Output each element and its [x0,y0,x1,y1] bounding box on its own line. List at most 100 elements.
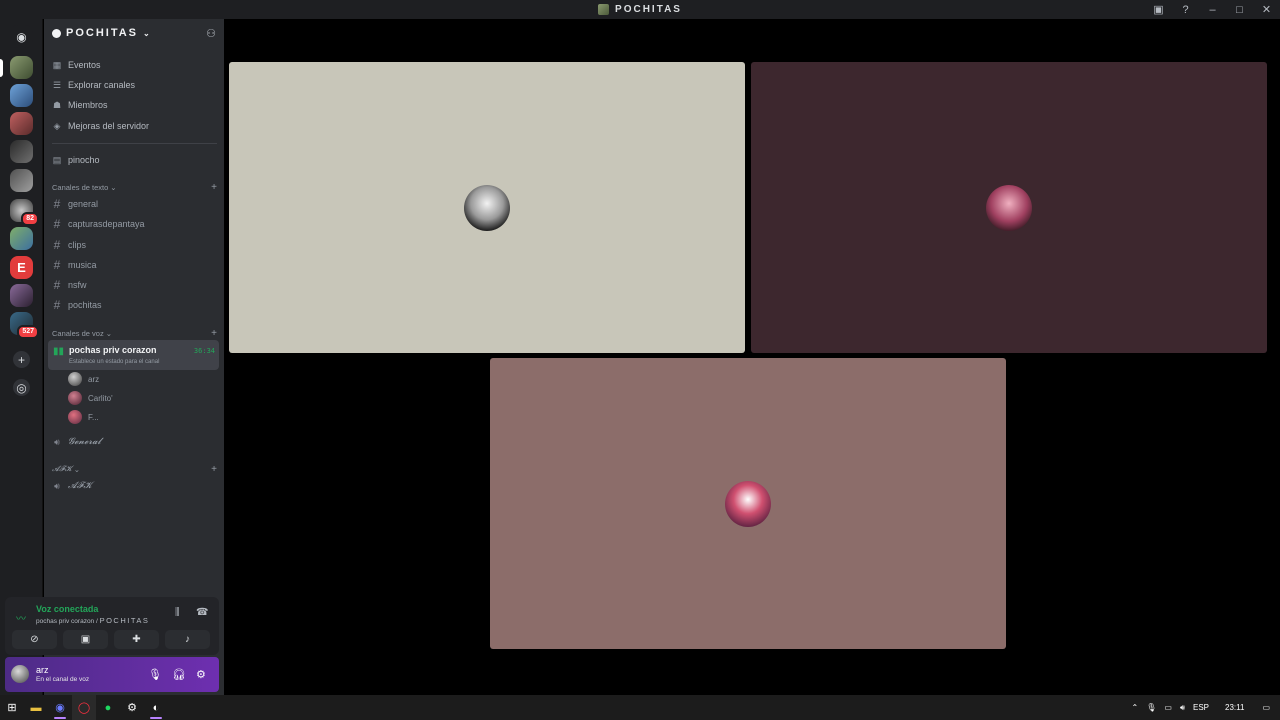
server-thumbnail-icon [598,4,610,15]
user-panel: arz En el canal de voz 🎙︎ 🎧︎ ⚙ [5,657,219,692]
menu-browse-channels[interactable]: ☰ Explorar canales [52,76,217,94]
chevron-down-icon: ⌄ [105,328,112,338]
voice-channel-active[interactable]: ▮▮ pochas priv corazon Establece un esta… [48,340,219,370]
category-voice-channels[interactable]: Canales de voz ⌄ + [52,327,217,339]
soundboard-icon: ♪ [185,634,190,645]
chevron-up-icon[interactable]: ⌃ [1132,703,1139,712]
avatar [68,410,82,424]
server-icon-4[interactable] [10,140,33,163]
maximize-button[interactable]: □ [1226,0,1253,19]
server-icon-7[interactable] [10,227,33,250]
server-icon-3[interactable] [10,112,33,135]
activities-icon: ✚ [132,634,141,645]
voice-connected-title[interactable]: Voz conectada [36,604,98,614]
category-text-channels[interactable]: Canales de texto ⌄ + [52,181,217,193]
server-icon-9[interactable] [10,284,33,307]
windows-start-icon[interactable]: ⊞ [0,695,24,720]
window-title-text: POCHITAS [615,4,682,15]
menu-members[interactable]: ☗ Miembros [52,96,217,114]
selected-server-indicator [0,59,3,77]
calendar-icon: ▦ [52,59,62,70]
voice-connected-panel: 〰 Voz conectada pochas priv corazon / PO… [5,597,219,655]
voice-user[interactable]: arz [68,370,208,388]
activities-button[interactable]: ✚ [114,630,159,649]
participant-avatar [725,480,771,527]
category-afk[interactable]: 𝓐𝓕𝓚 ⌄ + [52,463,217,475]
share-screen-button[interactable]: ▣ [63,630,108,649]
video-tile[interactable] [229,62,745,353]
microphone-icon[interactable]: 🎙︎ [148,668,162,681]
voice-timer: 36:34 [193,347,215,355]
explore-servers-icon[interactable]: ◎ [13,379,30,396]
menu-events[interactable]: ▦ Eventos [52,56,217,74]
video-tile[interactable] [490,358,1006,649]
speaker-icon: 🔊︎ [54,436,60,447]
discord-home-button[interactable]: ◉ [10,25,33,48]
notification-badge: 82 [21,212,39,226]
microphone-tray-icon[interactable]: 🎙︎ [1146,703,1156,712]
server-icon-5[interactable] [10,169,33,192]
avatar [68,372,82,386]
channel-general[interactable]: # general [52,195,217,213]
window-title: POCHITAS [598,4,682,15]
chevron-down-icon: ⌄ [110,182,117,192]
channel-clips[interactable]: # clips [52,236,217,254]
menu-server-boost[interactable]: ◈ Mejoras del servidor [52,117,217,135]
video-tile[interactable] [751,62,1267,353]
channel-pinocho[interactable]: ▤ pinocho [52,151,217,169]
signal-icon[interactable]: 〰 [16,610,26,625]
app-icon[interactable]: ◐ [144,695,168,720]
notification-icon[interactable]: ▭ [1262,703,1270,712]
hash-icon: # [53,258,61,272]
noise-suppression-icon[interactable]: ⫼ [175,607,180,618]
create-channel-icon[interactable]: + [211,182,217,193]
soundboard-button[interactable]: ♪ [165,630,210,649]
server-pochitas[interactable] [10,56,33,79]
speaker-icon: 🔊︎ [54,480,60,491]
file-explorer-icon[interactable]: ▬ [24,695,48,720]
volume-icon[interactable]: 🔊︎ [1180,703,1185,713]
disconnect-icon[interactable]: ☎ [196,607,208,618]
add-server-icon[interactable]: + [13,351,30,368]
create-channel-icon[interactable]: + [211,328,217,339]
invite-people-icon[interactable]: ⚇ [206,27,216,40]
divider [52,143,217,144]
help-icon[interactable]: ? [1172,0,1199,19]
server-icon-8[interactable]: E [10,256,33,279]
settings-gear-icon[interactable]: ⚙ [196,668,206,681]
inbox-icon[interactable]: ▣ [1145,0,1172,19]
steam-icon[interactable]: ⚙ [120,695,144,720]
chevron-down-icon: ⌄ [73,464,81,474]
avatar[interactable] [11,665,29,683]
channel-nsfw[interactable]: # nsfw [52,276,217,294]
voice-connected-location[interactable]: pochas priv corazon / POCHITAS [36,616,149,625]
server-boost-icon [52,28,61,38]
headphones-icon[interactable]: 🎧︎ [172,668,186,681]
language-indicator[interactable]: ESP [1193,703,1209,712]
server-header[interactable]: POCHITAS ⌄ ⚇ [44,19,224,47]
voice-channel-afk[interactable]: 🔊︎ 𝓐𝓕𝓚 [52,477,217,495]
create-channel-icon[interactable]: + [211,464,217,475]
voice-user[interactable]: Carlito' [68,389,208,407]
spotify-icon[interactable]: ● [96,695,120,720]
channel-sidebar: POCHITAS ⌄ ⚇ ▦ Eventos ☰ Explorar canale… [44,19,224,695]
user-status: En el canal de voz [36,676,90,683]
channel-capturasdepantaya[interactable]: # capturasdepantaya [52,215,217,233]
server-icon-6[interactable]: 82 [10,199,39,226]
camera-off-button[interactable]: ⊘ [12,630,57,649]
close-button[interactable]: ✕ [1253,0,1280,19]
network-icon[interactable]: ▭ [1164,703,1172,712]
server-icon-2[interactable] [10,84,33,107]
minimize-button[interactable]: – [1199,0,1226,19]
clock[interactable]: 23:11 [1225,703,1244,712]
server-folder[interactable]: 527 [10,312,39,339]
channel-musica[interactable]: # musica [52,256,217,274]
channel-pochitas[interactable]: # pochitas [52,296,217,314]
hash-icon: # [53,197,61,211]
voice-user[interactable]: F... [68,408,208,426]
voice-channel-general[interactable]: 🔊︎ 𝓖𝓮𝓷𝓮𝓻𝓪𝓵 [52,433,217,451]
opera-icon[interactable]: ◯ [72,695,96,720]
discord-taskbar-icon[interactable]: ◉ [48,695,72,720]
voice-channel-status[interactable]: Establece un estado para el canal [69,359,159,365]
username[interactable]: arz [36,665,49,675]
